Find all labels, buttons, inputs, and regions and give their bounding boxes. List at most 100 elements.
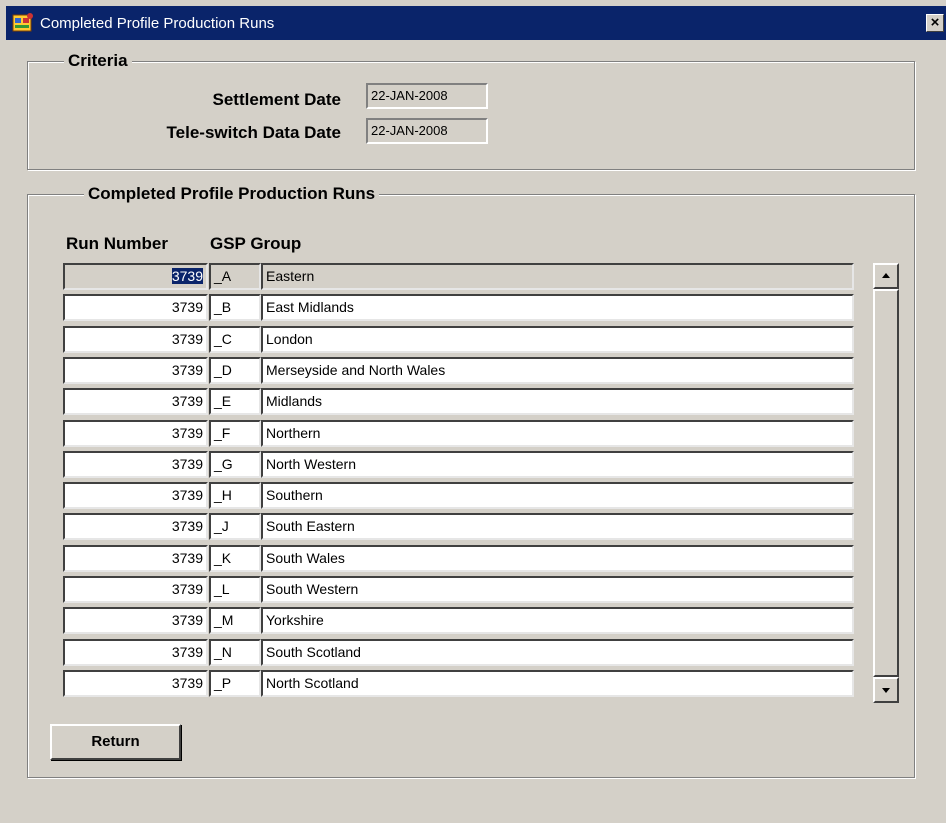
run-number-cell-text: 3739 [171, 425, 203, 441]
gsp-name-cell[interactable]: Southern [261, 482, 854, 509]
gsp-name-cell[interactable]: South Scotland [261, 639, 854, 666]
gsp-code-cell[interactable]: _J [209, 513, 261, 540]
run-number-cell[interactable]: 3739 [63, 326, 208, 353]
run-number-cell-text: 3739 [171, 550, 203, 566]
gsp-code-cell[interactable]: _P [209, 670, 261, 697]
arrow-down-icon [882, 688, 890, 693]
gsp-code-cell[interactable]: _H [209, 482, 261, 509]
run-number-cell-text: 3739 [171, 581, 203, 597]
gsp-name-cell-text: South Western [266, 581, 359, 597]
gsp-name-cell[interactable]: North Western [261, 451, 854, 478]
gsp-code-cell-text: _N [214, 644, 232, 660]
gsp-code-cell-text: _B [214, 299, 232, 315]
teleswitch-date-field[interactable]: 22-JAN-2008 [366, 118, 488, 144]
gsp-name-cell-text: Northern [266, 425, 321, 441]
run-number-cell-text: 3739 [171, 299, 203, 315]
gsp-name-cell-text: North Scotland [266, 675, 359, 691]
gsp-name-cell-text: London [266, 331, 313, 347]
gsp-name-cell[interactable]: South Eastern [261, 513, 854, 540]
gsp-code-cell[interactable]: _M [209, 607, 261, 634]
run-number-cell-text: 3739 [171, 456, 203, 472]
column-header-run-number: Run Number [66, 234, 168, 253]
gsp-name-cell[interactable]: Eastern [261, 263, 854, 290]
gsp-name-cell[interactable]: East Midlands [261, 294, 854, 321]
gsp-name-cell-text: North Western [266, 456, 356, 472]
gsp-code-cell-text: _A [214, 268, 232, 284]
gsp-name-cell-text: South Eastern [266, 518, 355, 534]
oracle-forms-icon [12, 13, 33, 32]
gsp-code-cell-text: _L [214, 581, 230, 597]
gsp-code-cell[interactable]: _B [209, 294, 261, 321]
gsp-code-cell[interactable]: _L [209, 576, 261, 603]
gsp-code-cell-text: _K [214, 550, 232, 566]
arrow-up-icon [882, 273, 890, 278]
run-number-cell-text: 3739 [171, 675, 203, 691]
gsp-code-cell[interactable]: _A [209, 263, 261, 290]
run-number-cell[interactable]: 3739 [63, 388, 208, 415]
gsp-code-cell[interactable]: _C [209, 326, 261, 353]
run-number-cell-text: 3739 [171, 268, 203, 284]
gsp-name-cell[interactable]: Merseyside and North Wales [261, 357, 854, 384]
scroll-up-button[interactable] [873, 263, 899, 289]
gsp-name-cell-text: Eastern [266, 268, 315, 284]
settlement-date-label: Settlement Date [212, 90, 341, 109]
gsp-code-cell[interactable]: _G [209, 451, 261, 478]
gsp-code-cell-text: _P [214, 675, 232, 691]
gsp-code-cell[interactable]: _D [209, 357, 261, 384]
gsp-name-cell[interactable]: South Western [261, 576, 854, 603]
run-number-cell[interactable]: 3739 [63, 545, 208, 572]
gsp-name-cell-text: East Midlands [266, 299, 354, 315]
vertical-scrollbar[interactable] [873, 263, 899, 703]
run-number-cell[interactable]: 3739 [63, 607, 208, 634]
gsp-name-cell-text: Yorkshire [266, 612, 324, 628]
run-number-cell-text: 3739 [171, 518, 203, 534]
scrollbar-track[interactable] [873, 289, 899, 677]
gsp-name-cell[interactable]: Yorkshire [261, 607, 854, 634]
run-number-cell[interactable]: 3739 [63, 670, 208, 697]
criteria-group: Criteria Settlement Date 22-JAN-2008 Tel… [27, 51, 915, 170]
production-runs-legend: Completed Profile Production Runs [84, 184, 380, 204]
gsp-code-cell-text: _H [214, 487, 232, 503]
gsp-code-cell-text: _D [214, 362, 232, 378]
run-number-cell-text: 3739 [171, 362, 203, 378]
return-button[interactable]: Return [50, 724, 181, 760]
gsp-code-cell-text: _M [214, 612, 234, 628]
gsp-code-cell-text: _F [214, 425, 231, 441]
close-button[interactable]: × [926, 14, 944, 32]
run-number-cell[interactable]: 3739 [63, 357, 208, 384]
gsp-code-cell[interactable]: _F [209, 420, 261, 447]
run-number-cell[interactable]: 3739 [63, 513, 208, 540]
run-number-cell[interactable]: 3739 [63, 294, 208, 321]
gsp-code-cell-text: _J [214, 518, 229, 534]
gsp-name-cell[interactable]: South Wales [261, 545, 854, 572]
gsp-name-cell[interactable]: North Scotland [261, 670, 854, 697]
teleswitch-date-label: Tele-switch Data Date [166, 123, 341, 142]
run-number-cell-text: 3739 [171, 331, 203, 347]
run-number-cell[interactable]: 3739 [63, 420, 208, 447]
scroll-down-button[interactable] [873, 677, 899, 703]
gsp-name-cell[interactable]: Midlands [261, 388, 854, 415]
settlement-date-field[interactable]: 22-JAN-2008 [366, 83, 488, 109]
column-header-gsp-group: GSP Group [210, 234, 302, 253]
run-number-cell-text: 3739 [171, 393, 203, 409]
gsp-code-cell[interactable]: _N [209, 639, 261, 666]
run-number-cell[interactable]: 3739 [63, 451, 208, 478]
gsp-code-cell-text: _G [214, 456, 233, 472]
gsp-code-cell[interactable]: _K [209, 545, 261, 572]
run-number-cell[interactable]: 3739 [63, 263, 208, 290]
gsp-name-cell-text: Merseyside and North Wales [266, 362, 446, 378]
gsp-code-cell[interactable]: _E [209, 388, 261, 415]
title-bar: Completed Profile Production Runs × [6, 6, 946, 40]
run-number-cell[interactable]: 3739 [63, 639, 208, 666]
return-button-label: Return [91, 733, 140, 750]
gsp-name-cell-text: Southern [266, 487, 323, 503]
gsp-name-cell[interactable]: Northern [261, 420, 854, 447]
gsp-code-cell-text: _E [214, 393, 232, 409]
gsp-name-cell-text: South Wales [266, 550, 345, 566]
run-number-cell[interactable]: 3739 [63, 576, 208, 603]
run-number-cell-text: 3739 [171, 487, 203, 503]
gsp-name-cell[interactable]: London [261, 326, 854, 353]
run-number-cell[interactable]: 3739 [63, 482, 208, 509]
criteria-legend: Criteria [64, 51, 132, 71]
gsp-code-cell-text: _C [214, 331, 232, 347]
